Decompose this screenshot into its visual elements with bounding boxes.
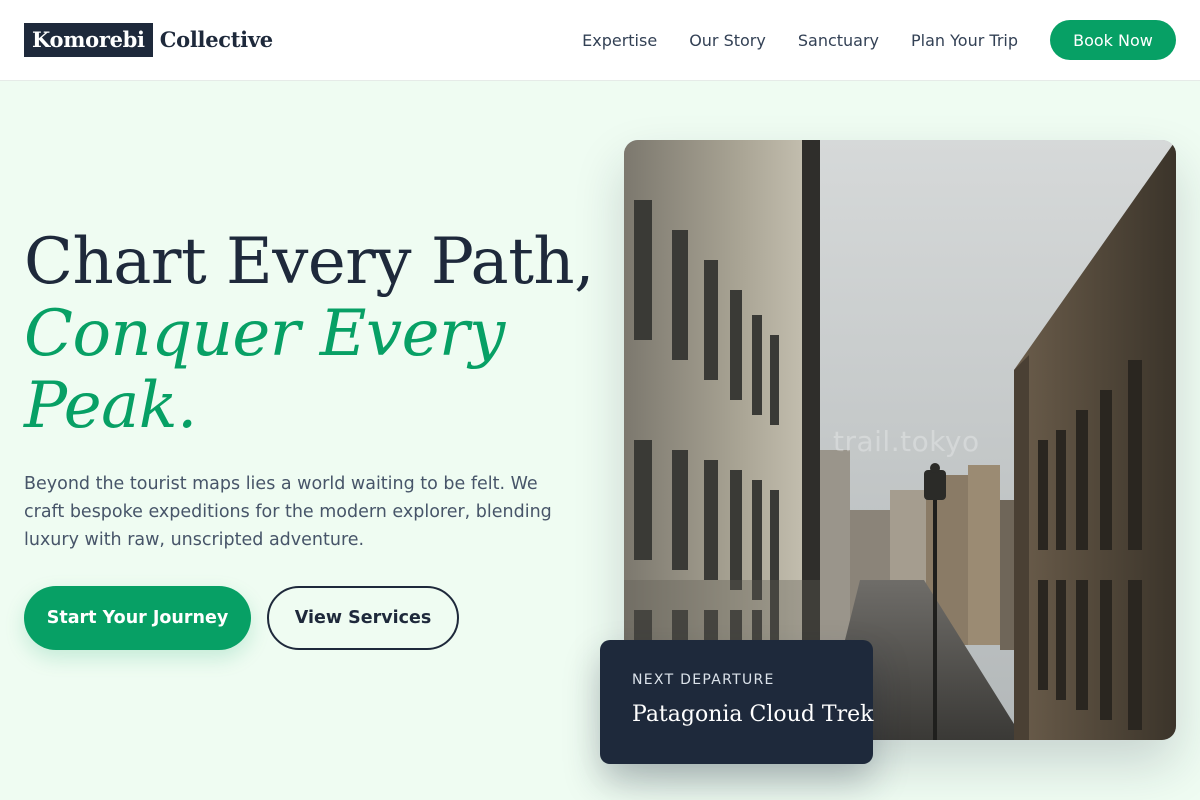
hero-title: Chart Every Path, Conquer Every Peak. (24, 225, 594, 443)
logo-mark: Komorebi (24, 23, 153, 57)
main-nav: Expertise Our Story Sanctuary Plan Your … (550, 0, 1018, 80)
site-header: Komorebi Collective Expertise Our Story … (0, 0, 1200, 81)
nav-link-our-story[interactable]: Our Story (689, 31, 766, 50)
hero-title-line-2: Conquer Every (24, 297, 505, 371)
view-services-button[interactable]: View Services (267, 586, 459, 650)
hero-title-line-3: Peak. (24, 369, 197, 443)
nav-link-sanctuary[interactable]: Sanctuary (798, 31, 879, 50)
hero-title-line-1: Chart Every Path, (24, 225, 594, 299)
book-now-button[interactable]: Book Now (1050, 20, 1176, 60)
brand-logo[interactable]: Komorebi Collective (24, 23, 273, 57)
next-departure-label: NEXT DEPARTURE (632, 672, 775, 688)
nav-link-expertise[interactable]: Expertise (582, 31, 657, 50)
nav-link-plan-your-trip[interactable]: Plan Your Trip (911, 31, 1018, 50)
start-journey-button[interactable]: Start Your Journey (24, 586, 251, 650)
logo-text: Collective (159, 27, 273, 52)
hero-description: Beyond the tourist maps lies a world wai… (24, 474, 552, 550)
next-departure-card[interactable]: NEXT DEPARTURE Patagonia Cloud Trek (600, 640, 873, 764)
photo-watermark: trail.tokyo (833, 425, 980, 458)
next-departure-title: Patagonia Cloud Trek (632, 702, 874, 727)
